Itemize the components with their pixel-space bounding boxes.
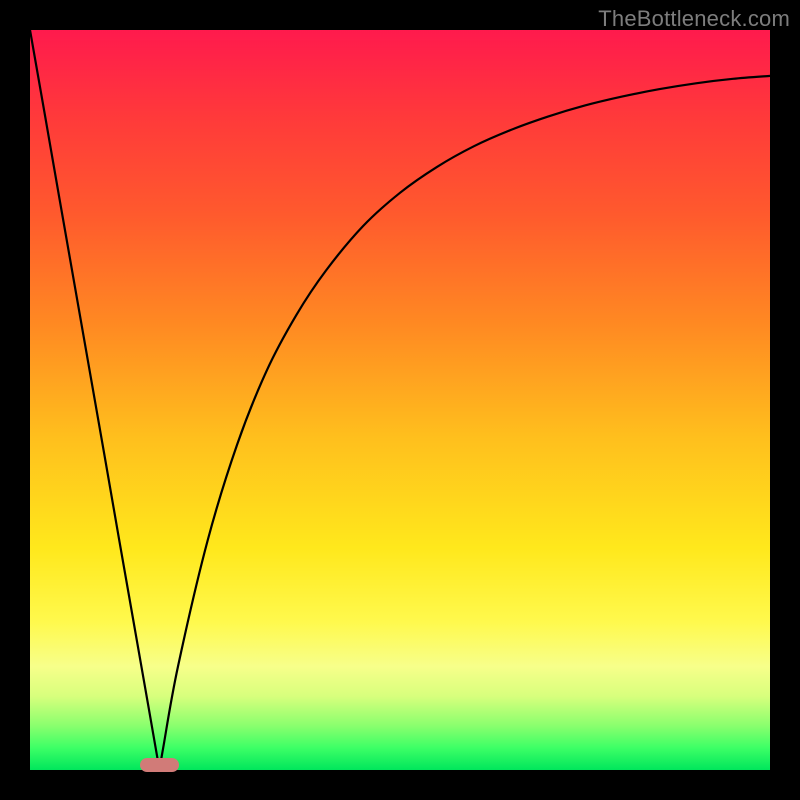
- right-branch-path: [160, 76, 771, 770]
- chart-frame: TheBottleneck.com: [0, 0, 800, 800]
- watermark-text: TheBottleneck.com: [598, 6, 790, 32]
- left-branch-path: [30, 30, 160, 770]
- curves-svg: [30, 30, 770, 770]
- bottleneck-marker: [140, 758, 180, 772]
- plot-area: [30, 30, 770, 770]
